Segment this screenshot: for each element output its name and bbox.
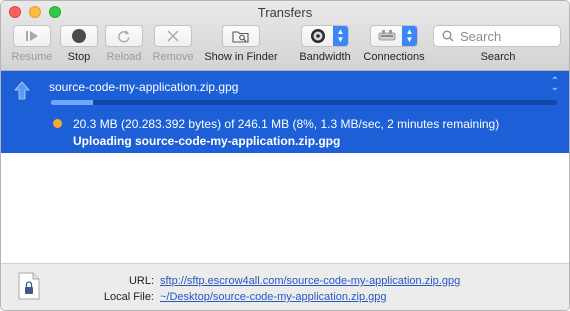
chevron-updown-icon[interactable]: ⌃ ⌄ [551,77,559,93]
show-in-finder-button[interactable]: Show in Finder [201,25,281,63]
connections-label: Connections [363,51,425,63]
progress-fill [51,100,93,105]
remove-icon [167,30,179,42]
connections-popup[interactable]: ▲ ▼ Connections [361,25,427,63]
reload-icon [118,30,130,43]
search-icon [442,30,454,42]
upload-arrow-icon [14,81,30,100]
window-title: Transfers [257,5,313,20]
local-file-link[interactable]: ~/Desktop/source-code-my-application.zip… [160,291,387,303]
transfer-status: Uploading source-code-my-application.zip… [73,134,341,148]
resume-button[interactable]: Resume [10,25,54,63]
bandwidth-label: Bandwidth [299,51,351,63]
remove-button[interactable]: Remove [151,25,195,63]
status-indicator-icon [53,119,62,128]
show-in-finder-label: Show in Finder [204,51,278,63]
reload-label: Reload [106,51,142,63]
reload-button[interactable]: Reload [104,25,144,63]
folder-search-icon [232,30,249,43]
stop-label: Stop [67,51,91,63]
transfer-list: source-code-my-application.zip.gpg ⌃ ⌄ 20… [1,71,569,263]
search-input[interactable] [460,28,560,44]
transfers-window: Transfers Resume Stop Reload Remove Show… [0,0,570,311]
transfer-progress-detail: 20.3 MB (20.283.392 bytes) of 246.1 MB (… [73,117,500,131]
stop-icon [72,29,86,43]
stop-button[interactable]: Stop [59,25,99,63]
transfer-row[interactable]: source-code-my-application.zip.gpg ⌃ ⌄ 20… [1,71,569,153]
resume-icon [26,31,38,41]
local-file-label: Local File: [103,291,154,303]
transfer-filename: source-code-my-application.zip.gpg [49,80,239,94]
chevron-updown-icon: ▲ ▼ [402,26,417,46]
url-link[interactable]: sftp://sftp.escrow4all.com/source-code-m… [160,275,460,287]
transfer-info-panel: URL: sftp://sftp.escrow4all.com/source-c… [1,263,569,310]
resume-label: Resume [11,51,53,63]
url-label: URL: [128,275,154,287]
bandwidth-popup[interactable]: ▲ ▼ Bandwidth [295,25,355,63]
search-field-group: Search [433,25,563,63]
progress-bar [51,100,557,105]
speedometer-icon [310,29,325,43]
search-label: Search [480,51,516,63]
chevron-updown-icon: ▲ ▼ [333,26,348,46]
toolbar: Transfers Resume Stop Reload Remove Show… [1,1,569,71]
remove-label: Remove [152,51,194,63]
network-icon [378,30,395,41]
